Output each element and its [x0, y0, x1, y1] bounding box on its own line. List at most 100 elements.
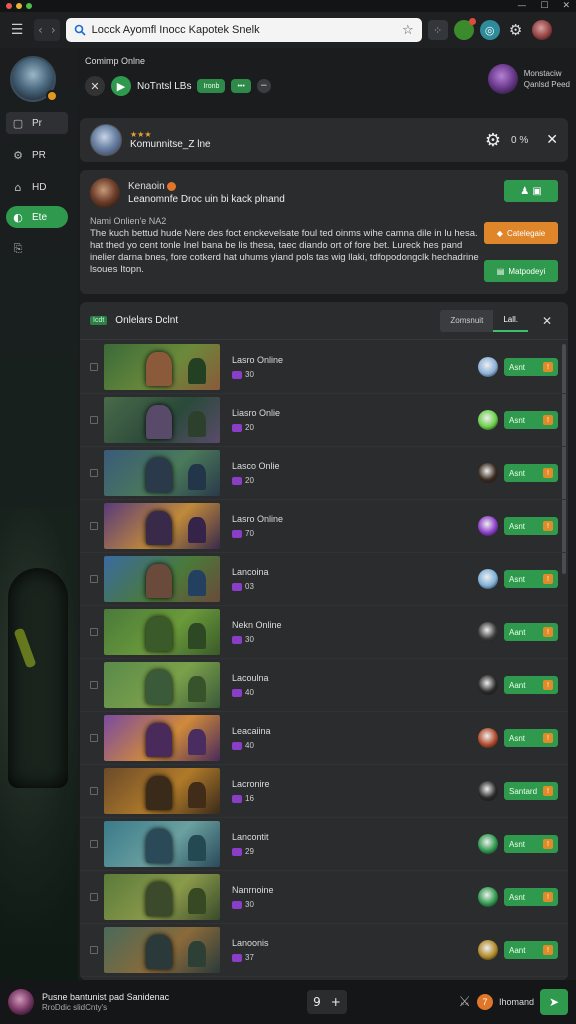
row-thumbnail[interactable]	[104, 768, 220, 814]
row-checkbox[interactable]	[90, 787, 98, 795]
row-player-avatar[interactable]	[478, 622, 498, 642]
extensions-icon[interactable]: ⁘	[427, 20, 448, 40]
row-thumbnail[interactable]	[104, 662, 220, 708]
pinned-user[interactable]: Monstaciw Qanlsd Peed	[487, 64, 570, 94]
row-player-avatar[interactable]	[478, 410, 498, 430]
table-row[interactable]: Nekn Online 30 Aant !	[80, 606, 568, 659]
row-thumbnail[interactable]	[104, 874, 220, 920]
row-checkbox[interactable]	[90, 522, 98, 530]
row-thumbnail[interactable]	[104, 556, 220, 602]
row-checkbox[interactable]	[90, 681, 98, 689]
table-row[interactable]: Nanrnoine 30 Asnt !	[80, 871, 568, 924]
row-checkbox[interactable]	[90, 363, 98, 371]
row-thumbnail[interactable]	[104, 450, 220, 496]
sidebar-item-copy[interactable]: ⎘	[6, 238, 68, 260]
tab-zomsnuit[interactable]: Zomsnuit	[440, 310, 493, 332]
row-checkbox[interactable]	[90, 575, 98, 583]
row-action-button[interactable]: Asnt !	[504, 358, 558, 376]
table-row[interactable]: Lanoonis 37 Aant !	[80, 924, 568, 977]
table-row[interactable]: Lacoulna 40 Aant !	[80, 659, 568, 712]
table-row[interactable]: Leacaiina 40 Asnt !	[80, 712, 568, 765]
close-icon[interactable]: ✕	[562, 1, 570, 11]
row-thumbnail[interactable]	[104, 821, 220, 867]
table-row[interactable]: Lacronire 16 Santard !	[80, 765, 568, 818]
close-icon[interactable]: ✕	[546, 132, 558, 148]
pinned-pill[interactable]: Ironb	[197, 79, 226, 93]
row-checkbox[interactable]	[90, 416, 98, 424]
back-icon[interactable]: ‹	[38, 23, 43, 37]
row-player-avatar[interactable]	[478, 516, 498, 536]
quantity-stepper[interactable]: 9 +	[307, 990, 347, 1014]
row-action-button[interactable]: Aant !	[504, 623, 558, 641]
row-action-button[interactable]: Asnt !	[504, 888, 558, 906]
row-action-button[interactable]: Asnt !	[504, 835, 558, 853]
row-checkbox[interactable]	[90, 893, 98, 901]
forward-icon[interactable]: ›	[51, 23, 56, 37]
minus-icon[interactable]: −	[256, 79, 271, 93]
row-thumbnail[interactable]	[104, 397, 220, 443]
row-thumbnail[interactable]	[104, 609, 220, 655]
notice-avatar[interactable]	[90, 178, 120, 208]
row-action-button[interactable]: Asnt !	[504, 570, 558, 588]
row-action-button[interactable]: Aant !	[504, 941, 558, 959]
sidebar-item-pr2[interactable]: ⚙ PR	[6, 144, 68, 166]
plus-icon[interactable]: +	[331, 995, 341, 1009]
menu-icon[interactable]: ☰	[6, 19, 28, 41]
profile-green-icon[interactable]	[453, 18, 476, 40]
cog-icon[interactable]: ⚙	[485, 130, 501, 151]
search-bar[interactable]: ☆	[65, 18, 422, 42]
notice-action-button[interactable]: ♟ ▣	[504, 180, 558, 202]
close-icon[interactable]: ✕	[536, 314, 558, 328]
row-player-avatar[interactable]	[478, 675, 498, 695]
row-thumbnail[interactable]	[104, 344, 220, 390]
user-avatar-icon[interactable]	[531, 20, 552, 40]
row-action-button[interactable]: Asnt !	[504, 729, 558, 747]
maximize-icon[interactable]: ☐	[540, 1, 548, 11]
more-pill[interactable]: •••	[231, 79, 251, 93]
row-thumbnail[interactable]	[104, 503, 220, 549]
row-player-avatar[interactable]	[478, 940, 498, 960]
bookmark-star-icon[interactable]: ☆	[402, 23, 414, 38]
sidebar-item-pr[interactable]: ▢ Pr	[6, 112, 68, 134]
row-action-button[interactable]: Asnt !	[504, 411, 558, 429]
search-input[interactable]	[91, 24, 396, 36]
table-row[interactable]: Lasco Onlie 20 Asnt !	[80, 447, 568, 500]
table-row[interactable]: Lasro Online 70 Asnt !	[80, 500, 568, 553]
row-player-avatar[interactable]	[478, 728, 498, 748]
row-thumbnail[interactable]	[104, 715, 220, 761]
settings-icon[interactable]: ⚙	[506, 20, 526, 40]
row-thumbnail[interactable]	[104, 927, 220, 973]
tab-all[interactable]: Lall.	[493, 309, 528, 332]
row-checkbox[interactable]	[90, 628, 98, 636]
row-player-avatar[interactable]	[478, 463, 498, 483]
close-window-dot[interactable]	[6, 3, 12, 9]
table-row[interactable]: Lancontit 29 Asnt !	[80, 818, 568, 871]
row-checkbox[interactable]	[90, 946, 98, 954]
row-checkbox[interactable]	[90, 840, 98, 848]
category-button[interactable]: ◆ Catelegaie	[484, 222, 558, 244]
hero-avatar[interactable]	[90, 124, 122, 156]
crossed-swords-icon[interactable]: ⚔	[458, 994, 471, 1010]
close-icon[interactable]: ✕	[85, 76, 105, 96]
row-checkbox[interactable]	[90, 734, 98, 742]
teal-app-icon[interactable]: ◎	[479, 20, 500, 40]
row-action-button[interactable]: Aant !	[504, 676, 558, 694]
map-button[interactable]: ▤ Matpodeyi	[484, 260, 558, 282]
table-row[interactable]: Liasro Onlie 20 Asnt !	[80, 394, 568, 447]
row-action-button[interactable]: Asnt !	[504, 464, 558, 482]
row-player-avatar[interactable]	[478, 887, 498, 907]
sidebar-item-hd[interactable]: ⌂ HD	[6, 176, 68, 198]
row-player-avatar[interactable]	[478, 569, 498, 589]
maximize-window-dot[interactable]	[26, 3, 32, 9]
row-action-button[interactable]: Santard !	[504, 782, 558, 800]
send-button[interactable]: ➤	[540, 989, 568, 1015]
play-icon[interactable]: ▶	[111, 76, 131, 96]
table-row[interactable]: Lancoina 03 Asnt !	[80, 553, 568, 606]
row-player-avatar[interactable]	[478, 834, 498, 854]
sidebar-item-ete[interactable]: ◐ Ete	[6, 206, 68, 228]
row-player-avatar[interactable]	[478, 357, 498, 377]
bottom-avatar[interactable]	[8, 989, 34, 1015]
minimize-window-dot[interactable]	[16, 3, 22, 9]
row-player-avatar[interactable]	[478, 781, 498, 801]
row-checkbox[interactable]	[90, 469, 98, 477]
